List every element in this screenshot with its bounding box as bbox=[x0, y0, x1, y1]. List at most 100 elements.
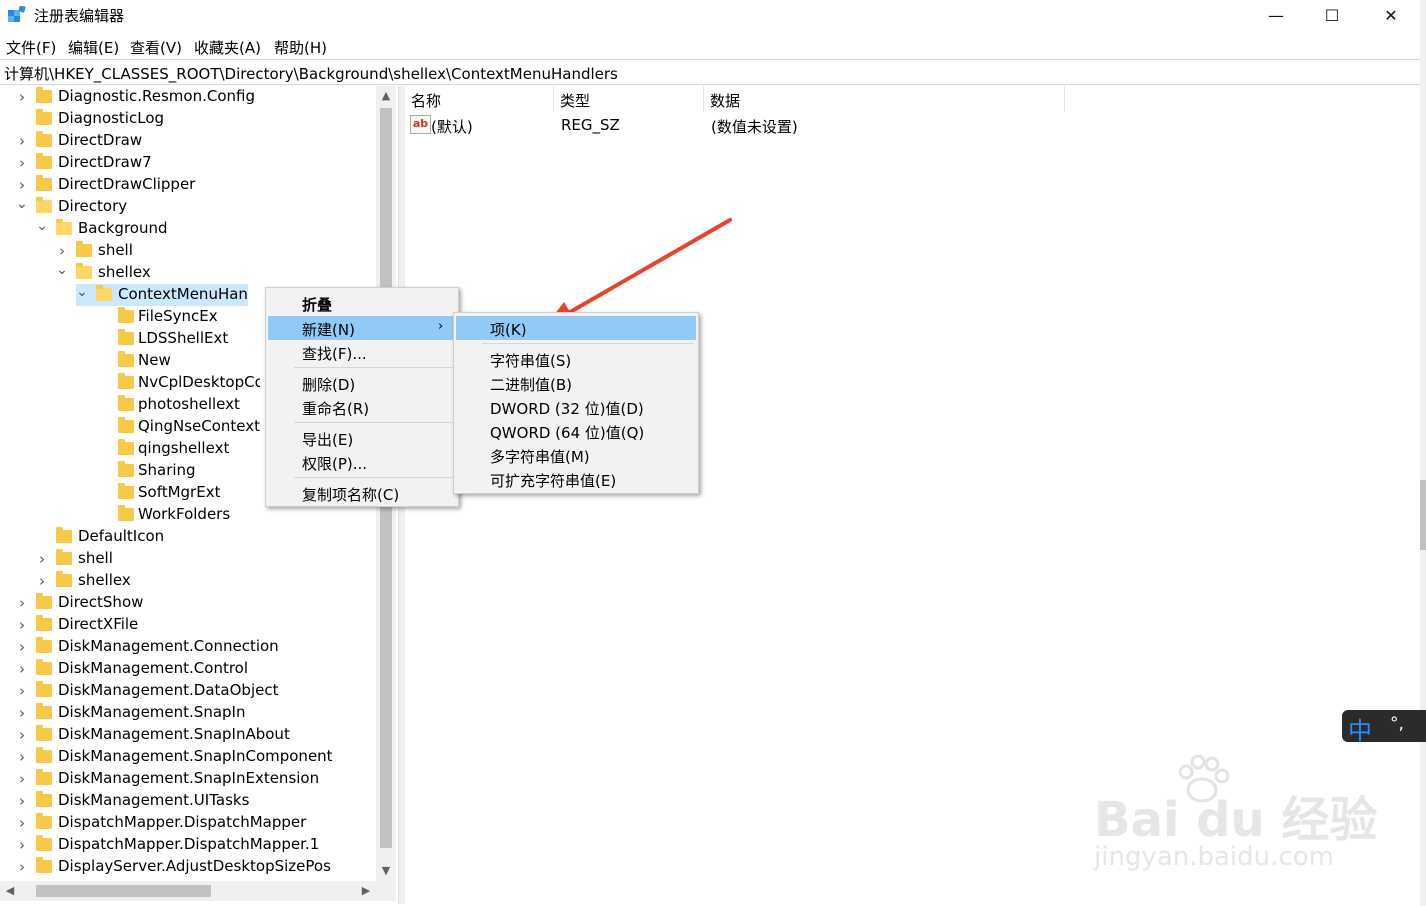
expand-chevron-icon[interactable]: › bbox=[16, 614, 28, 636]
menu-item-permissions[interactable]: 权限(P)... bbox=[268, 450, 456, 474]
menu-item-rename[interactable]: 重命名(R) bbox=[268, 395, 456, 419]
expand-chevron-icon[interactable]: › bbox=[16, 658, 28, 680]
expand-chevron-icon[interactable]: › bbox=[16, 174, 28, 196]
tree-item[interactable]: › shell bbox=[36, 548, 380, 570]
expand-chevron-icon[interactable]: › bbox=[36, 570, 48, 592]
tree-item[interactable]: NvCplDesktopContext bbox=[100, 372, 260, 394]
tree-item[interactable]: Sharing bbox=[100, 460, 260, 482]
tree-item[interactable]: › DiskManagement.SnapInAbout bbox=[16, 724, 380, 746]
expand-chevron-icon[interactable]: › bbox=[16, 768, 28, 790]
tree-horizontal-scrollbar[interactable]: ◀ ▶ bbox=[0, 881, 396, 901]
tree-item[interactable]: › DiskManagement.UITasks bbox=[16, 790, 380, 812]
tree-item[interactable]: › DiskManagement.SnapIn bbox=[16, 702, 380, 724]
address-bar[interactable]: 计算机\HKEY_CLASSES_ROOT\Directory\Backgrou… bbox=[0, 59, 1420, 85]
tree-item[interactable]: › DirectShow bbox=[16, 592, 380, 614]
menu-item-copy-key-name[interactable]: 复制项名称(C) bbox=[268, 481, 456, 505]
collapse-chevron-icon[interactable]: ⌄ bbox=[36, 218, 48, 240]
minimize-button[interactable]: — bbox=[1247, 0, 1305, 30]
expand-chevron-icon[interactable]: › bbox=[16, 834, 28, 856]
tree-item[interactable]: DefaultIcon bbox=[36, 526, 380, 548]
tree-item[interactable]: › shellex bbox=[36, 570, 380, 592]
submenu-item-qword-value[interactable]: QWORD (64 位)值(Q) bbox=[456, 419, 696, 443]
tree-item[interactable]: › DisplayServer.AdjustDesktopSizePos bbox=[16, 856, 380, 878]
scroll-left-icon[interactable]: ◀ bbox=[0, 881, 20, 901]
tree-item[interactable]: › DirectXFile bbox=[16, 614, 380, 636]
outer-scroll-thumb[interactable] bbox=[1420, 480, 1426, 550]
tree-item[interactable]: › shell bbox=[56, 240, 380, 262]
collapse-chevron-icon[interactable]: ⌄ bbox=[16, 196, 28, 218]
expand-chevron-icon[interactable]: › bbox=[16, 856, 28, 878]
expand-chevron-icon[interactable]: › bbox=[16, 680, 28, 702]
tree-item[interactable]: DiagnosticLog bbox=[16, 108, 380, 130]
menu-item-find[interactable]: 查找(F)... bbox=[268, 340, 456, 364]
tree-item[interactable]: › DiskManagement.Connection bbox=[16, 636, 380, 658]
tree-item[interactable]: › DispatchMapper.DispatchMapper.1 bbox=[16, 834, 380, 856]
tree-item[interactable]: › DiskManagement.SnapInExtension bbox=[16, 768, 380, 790]
expand-chevron-icon[interactable]: › bbox=[16, 746, 28, 768]
submenu-item-dword-value[interactable]: DWORD (32 位)值(D) bbox=[456, 395, 696, 419]
expand-chevron-icon[interactable]: › bbox=[16, 636, 28, 658]
tree-item-label: DefaultIcon bbox=[78, 527, 165, 545]
tree-item[interactable]: SoftMgrExt bbox=[100, 482, 260, 504]
expand-chevron-icon[interactable]: › bbox=[16, 702, 28, 724]
submenu-item-string-value[interactable]: 字符串值(S) bbox=[456, 347, 696, 371]
collapse-chevron-icon[interactable]: ⌄ bbox=[56, 262, 68, 284]
tree-item[interactable]: QingNseContextMenu bbox=[100, 416, 260, 438]
menu-view[interactable]: 查看(V) bbox=[130, 37, 182, 58]
expand-chevron-icon[interactable]: › bbox=[16, 592, 28, 614]
column-header-data[interactable]: 数据 bbox=[704, 86, 1065, 112]
ime-indicator[interactable]: 中 °, bbox=[1342, 710, 1426, 745]
close-button[interactable]: ✕ bbox=[1362, 0, 1420, 30]
tree-item[interactable]: › DirectDraw7 bbox=[16, 152, 380, 174]
maximize-button[interactable]: ☐ bbox=[1303, 0, 1361, 30]
column-header-name[interactable]: 名称 bbox=[405, 86, 554, 112]
tree-item-label: DiskManagement.SnapInComponent bbox=[58, 747, 333, 765]
tree-item[interactable]: › DiskManagement.Control bbox=[16, 658, 380, 680]
tree-item[interactable]: › DiskManagement.SnapInComponent bbox=[16, 746, 380, 768]
tree-item-label: Diagnostic.Resmon.Config bbox=[58, 87, 255, 105]
menu-item-collapse[interactable]: 折叠 bbox=[268, 291, 456, 315]
hscroll-thumb[interactable] bbox=[36, 885, 211, 897]
value-row[interactable]: ab (默认) REG_SZ (数值未设置) bbox=[405, 114, 1105, 136]
expand-chevron-icon[interactable]: › bbox=[56, 240, 68, 262]
collapse-chevron-icon[interactable]: ⌄ bbox=[76, 284, 88, 306]
menu-favorites[interactable]: 收藏夹(A) bbox=[194, 37, 261, 58]
menu-file[interactable]: 文件(F) bbox=[6, 37, 56, 58]
tree-item[interactable]: photoshellext bbox=[100, 394, 260, 416]
tree-item[interactable]: › DiskManagement.DataObject bbox=[16, 680, 380, 702]
scroll-down-icon[interactable]: ▼ bbox=[376, 861, 396, 881]
menu-item-new[interactable]: 新建(N) › bbox=[268, 316, 456, 340]
expand-chevron-icon[interactable]: › bbox=[16, 724, 28, 746]
tree-item[interactable]: ⌄ Background bbox=[36, 218, 380, 240]
menu-help[interactable]: 帮助(H) bbox=[274, 37, 327, 58]
submenu-item-multi-string-value[interactable]: 多字符串值(M) bbox=[456, 443, 696, 467]
tree-item[interactable]: › DirectDraw bbox=[16, 130, 380, 152]
menu-item-export[interactable]: 导出(E) bbox=[268, 426, 456, 450]
expand-chevron-icon[interactable]: › bbox=[16, 130, 28, 152]
submenu-item-key[interactable]: 项(K) bbox=[456, 316, 696, 340]
submenu-item-expandable-string-value[interactable]: 可扩充字符串值(E) bbox=[456, 467, 696, 491]
tree-item[interactable]: LDSShellExt bbox=[100, 328, 260, 350]
menu-item-delete[interactable]: 删除(D) bbox=[268, 371, 456, 395]
tree-item[interactable]: WorkFolders bbox=[100, 504, 260, 526]
tree-item[interactable]: New bbox=[100, 350, 260, 372]
tree-item[interactable]: ⌄ ContextMenuHandlers bbox=[76, 284, 248, 306]
expand-chevron-icon[interactable]: › bbox=[16, 152, 28, 174]
tree-item[interactable]: › DirectDrawClipper bbox=[16, 174, 380, 196]
outer-scrollbar[interactable] bbox=[1420, 0, 1426, 906]
tree-item[interactable]: ⌄ Directory bbox=[16, 196, 380, 218]
scroll-right-icon[interactable]: ▶ bbox=[356, 881, 376, 901]
expand-chevron-icon[interactable]: › bbox=[16, 790, 28, 812]
expand-chevron-icon[interactable]: › bbox=[36, 548, 48, 570]
expand-chevron-icon[interactable]: › bbox=[16, 812, 28, 834]
column-header-type[interactable]: 类型 bbox=[554, 86, 704, 112]
scroll-up-icon[interactable]: ▲ bbox=[376, 86, 396, 106]
tree-item[interactable]: › Diagnostic.Resmon.Config bbox=[16, 86, 380, 108]
tree-item[interactable]: FileSyncEx bbox=[100, 306, 260, 328]
tree-item[interactable]: › DispatchMapper.DispatchMapper bbox=[16, 812, 380, 834]
submenu-item-binary-value[interactable]: 二进制值(B) bbox=[456, 371, 696, 395]
expand-chevron-icon[interactable]: › bbox=[16, 86, 28, 108]
tree-item[interactable]: qingshellext bbox=[100, 438, 260, 460]
tree-item[interactable]: ⌄ shellex bbox=[56, 262, 380, 284]
menu-edit[interactable]: 编辑(E) bbox=[68, 37, 119, 58]
